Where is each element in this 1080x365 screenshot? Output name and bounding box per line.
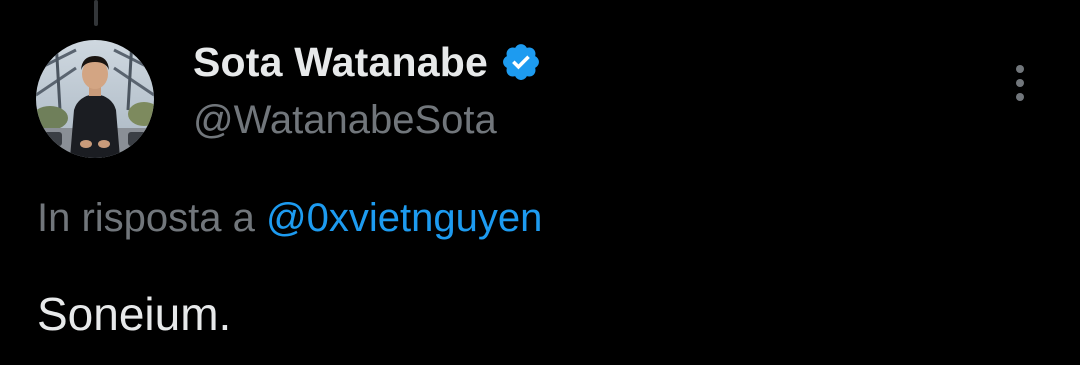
verified-badge-icon[interactable]	[500, 41, 542, 83]
tweet-text: Soneium.	[37, 288, 232, 340]
avatar[interactable]	[36, 40, 154, 158]
reply-context: In risposta a @0xvietnguyen	[37, 196, 542, 241]
author-handle[interactable]: @WatanabeSota	[193, 98, 497, 143]
more-dot	[1016, 65, 1024, 73]
more-dot	[1016, 93, 1024, 101]
reply-mention-link[interactable]: @0xvietnguyen	[266, 196, 542, 240]
more-vertical-icon[interactable]	[1002, 58, 1038, 108]
more-dot	[1016, 79, 1024, 87]
profile-photo-icon	[36, 40, 154, 158]
thread-connector-line	[94, 0, 98, 26]
reply-context-prefix: In risposta a	[37, 196, 267, 240]
author-name-row[interactable]: Sota Watanabe	[193, 38, 542, 86]
author-display-name[interactable]: Sota Watanabe	[193, 39, 488, 86]
